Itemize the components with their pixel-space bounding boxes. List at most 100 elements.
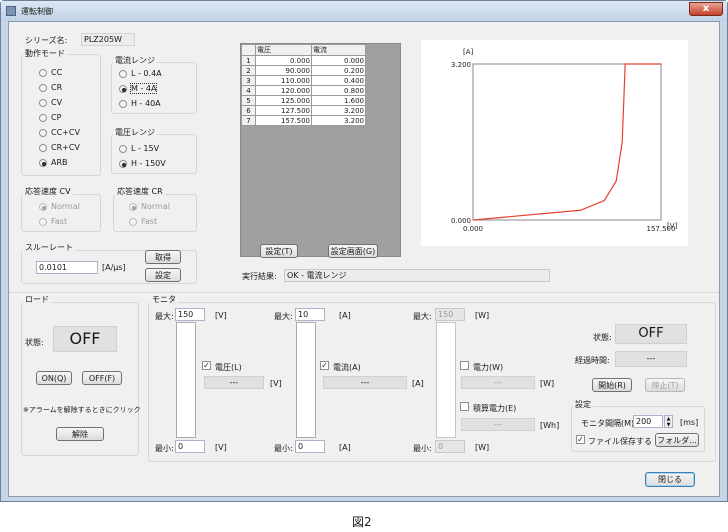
voltage-bar — [176, 322, 196, 438]
elapsed-label: 経過時間: — [575, 356, 610, 365]
power-min-input[interactable]: 0 — [435, 440, 465, 453]
data-point — [472, 219, 474, 221]
table-row-number: 4 — [241, 85, 256, 96]
arb-table-panel: 電圧 電流 1 0.000 0.000 2 90.000 0.200 3 110.000 0.4… — [240, 43, 401, 257]
voltage-range-label-1: H - 150V — [131, 159, 166, 168]
data-point — [624, 63, 626, 65]
spin-down-icon[interactable]: ▼ — [665, 422, 672, 428]
power-check-label: 電力(W) — [473, 363, 504, 372]
current-range-radio-2[interactable] — [119, 100, 127, 108]
energy-checkbox[interactable] — [460, 402, 469, 411]
voltage-min-input[interactable]: 0 — [175, 440, 205, 453]
slew-set-button[interactable]: 設定 — [145, 268, 181, 282]
current-max-input[interactable]: 10 — [295, 308, 325, 321]
current-range-radio-1[interactable] — [119, 85, 127, 93]
table-cell-current[interactable]: 0.000 — [311, 55, 366, 66]
table-cell-current[interactable]: 0.200 — [311, 65, 366, 76]
table-cell-current[interactable]: 1.600 — [311, 95, 366, 106]
save-file-label: ファイル保存する — [588, 437, 652, 446]
response-cv-radio-0[interactable] — [39, 203, 47, 211]
load-off-button[interactable]: OFF(F) — [82, 371, 122, 385]
table-row[interactable]: 3 110.000 0.400 — [241, 75, 366, 86]
energy-display: --- — [461, 418, 535, 431]
voltage-display-unit: [V] — [270, 379, 282, 388]
table-cell-current[interactable]: 0.400 — [311, 75, 366, 86]
op-mode-radio-4[interactable] — [39, 129, 47, 137]
op-mode-label-5: CR+CV — [51, 143, 80, 152]
figure-caption: 図2 — [352, 515, 372, 529]
table-row-number: 6 — [241, 105, 256, 116]
slew-unit: [A/μs] — [102, 263, 126, 272]
table-set-button[interactable]: 設定(T) — [260, 244, 298, 258]
slew-get-button[interactable]: 取得 — [145, 250, 181, 264]
table-cell-voltage[interactable]: 125.000 — [255, 95, 312, 106]
op-mode-label-1: CR — [51, 83, 63, 92]
op-mode-radio-5[interactable] — [39, 144, 47, 152]
alarm-clear-button[interactable]: 解除 — [56, 427, 104, 441]
monitor-start-button[interactable]: 開始(R) — [592, 378, 632, 392]
arb-chart: [A][V]3.2000.0000.000 157.500 — [451, 48, 678, 233]
voltage-display: --- — [204, 376, 264, 389]
data-point — [621, 141, 623, 143]
slew-rate-input[interactable]: 0.0101 — [36, 261, 98, 274]
table-row[interactable]: 2 90.000 0.200 — [241, 65, 366, 76]
table-row[interactable]: 1 0.000 0.000 — [241, 55, 366, 66]
power-checkbox[interactable] — [460, 361, 469, 370]
op-mode-radio-1[interactable] — [39, 84, 47, 92]
table-cell-current[interactable]: 3.200 — [311, 105, 366, 116]
table-cell-voltage[interactable]: 110.000 — [255, 75, 312, 86]
alarm-note: ※アラームを解除するときにクリック — [23, 406, 141, 414]
current-range-radio-0[interactable] — [119, 70, 127, 78]
response-cr-title: 応答速度 CR — [115, 186, 165, 197]
table-row[interactable]: 4 120.000 0.800 — [241, 85, 366, 96]
table-cell-voltage[interactable]: 90.000 — [255, 65, 312, 76]
voltage-checkbox[interactable]: ✓ — [202, 361, 211, 370]
save-file-checkbox[interactable]: ✓ — [576, 435, 585, 444]
table-cell-voltage[interactable]: 0.000 — [255, 55, 312, 66]
current-display: --- — [323, 376, 407, 389]
op-mode-radio-2[interactable] — [39, 99, 47, 107]
slew-title: スルーレート — [23, 242, 75, 253]
op-mode-label-4: CC+CV — [51, 128, 80, 137]
table-cell-voltage[interactable]: 120.000 — [255, 85, 312, 96]
load-state-label: 状態: — [25, 338, 44, 347]
power-display: --- — [461, 376, 535, 389]
current-min-unit: [A] — [339, 443, 351, 452]
load-on-button[interactable]: ON(Q) — [36, 371, 72, 385]
table-row[interactable]: 6 127.500 3.200 — [241, 105, 366, 116]
voltage-range-radio-1[interactable] — [119, 160, 127, 168]
table-cell-voltage[interactable]: 157.500 — [255, 115, 312, 126]
monitor-stop-button[interactable]: 停止(T) — [645, 378, 685, 392]
op-mode-label-3: CP — [51, 113, 62, 122]
table-row[interactable]: 5 125.000 1.600 — [241, 95, 366, 106]
close-button[interactable]: 閉じる — [645, 472, 695, 487]
check-mark-icon: ✓ — [577, 435, 584, 444]
voltage-range-radio-0[interactable] — [119, 145, 127, 153]
result-value: OK - 電流レンジ — [284, 269, 550, 282]
window-close-button[interactable]: x — [689, 2, 723, 16]
response-cv-radio-1[interactable] — [39, 218, 47, 226]
current-min-input[interactable]: 0 — [295, 440, 325, 453]
response-cv-label-1: Fast — [51, 217, 68, 226]
table-cell-voltage[interactable]: 127.500 — [255, 105, 312, 116]
table-row[interactable]: 7 157.500 3.200 — [241, 115, 366, 126]
arb-table[interactable]: 電圧 電流 1 0.000 0.000 2 90.000 0.200 3 110.000 0.4… — [241, 44, 366, 126]
power-min-label: 最小: — [413, 444, 432, 453]
folder-button[interactable]: フォルダ... — [655, 433, 699, 447]
response-cr-radio-0[interactable] — [129, 203, 137, 211]
op-mode-radio-0[interactable] — [39, 69, 47, 77]
current-checkbox[interactable]: ✓ — [320, 361, 329, 370]
op-mode-radio-6[interactable] — [39, 159, 47, 167]
power-bar — [436, 322, 456, 438]
response-cr-radio-1[interactable] — [129, 218, 137, 226]
table-cell-current[interactable]: 3.200 — [311, 115, 366, 126]
y-unit-label: [A] — [463, 48, 474, 56]
op-mode-radio-3[interactable] — [39, 114, 47, 122]
table-cell-current[interactable]: 0.800 — [311, 85, 366, 96]
voltage-max-input[interactable]: 150 — [175, 308, 205, 321]
power-max-input[interactable]: 150 — [435, 308, 465, 321]
interval-spinner[interactable]: ▲ ▼ — [664, 415, 673, 428]
interval-input[interactable]: 200 — [633, 415, 663, 428]
table-set-screen-button[interactable]: 設定画面(G) — [328, 244, 378, 258]
result-label: 実行結果: — [242, 272, 277, 281]
